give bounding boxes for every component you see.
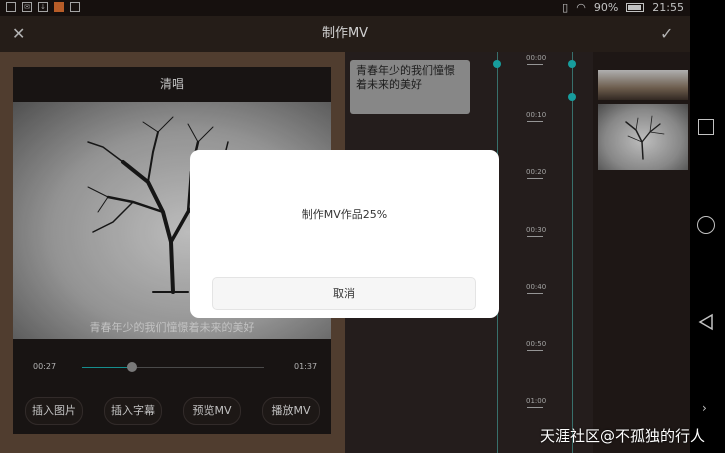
cancel-button[interactable]: 取消 xyxy=(212,277,476,310)
progress-message: 制作MV作品25% xyxy=(301,208,388,221)
watermark: 天涯社区@不孤独的行人 xyxy=(540,427,706,445)
